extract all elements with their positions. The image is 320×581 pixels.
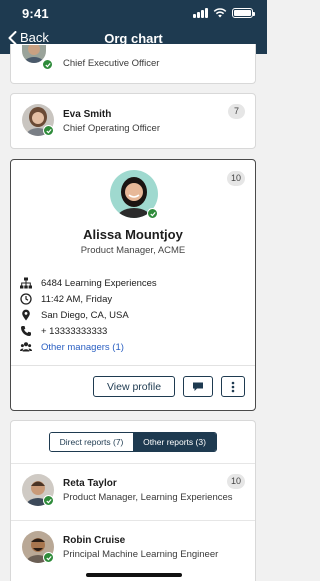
status-bar: 9:41 xyxy=(0,0,267,26)
cellular-signal-icon xyxy=(193,8,208,18)
local-time-row: 11:42 AM, Friday xyxy=(20,292,112,306)
view-profile-button[interactable]: View profile xyxy=(93,376,175,397)
phone-row[interactable]: + 13333333333 xyxy=(20,324,107,338)
more-vertical-icon xyxy=(231,381,235,392)
manager-name: Eva Smith xyxy=(63,109,112,120)
wifi-icon xyxy=(213,8,227,18)
home-indicator xyxy=(86,573,182,577)
location-row: San Diego, CA, USA xyxy=(20,308,129,322)
manager-card-coo[interactable]: Eva Smith Chief Operating Officer 7 xyxy=(10,93,256,149)
reports-count-badge: 10 xyxy=(226,171,245,186)
list-item[interactable]: Reta Taylor Product Manager, Learning Ex… xyxy=(11,464,255,520)
reports-card: Direct reports (7) Other reports (3) Ret… xyxy=(10,420,256,581)
other-managers-row[interactable]: Other managers (1) xyxy=(20,340,124,354)
people-icon xyxy=(20,341,32,353)
list-item[interactable]: Robin Cruise Principal Machine Learning … xyxy=(11,521,255,577)
status-icons xyxy=(193,8,255,18)
department-text: 6484 Learning Experiences xyxy=(41,277,157,289)
presence-available-icon xyxy=(147,208,158,219)
report-role: Product Manager, Learning Experiences xyxy=(63,492,233,503)
reports-segmented-control: Direct reports (7) Other reports (3) xyxy=(49,432,217,452)
tab-direct-reports[interactable]: Direct reports (7) xyxy=(50,433,133,451)
reports-count-badge: 10 xyxy=(226,474,245,489)
clock-icon xyxy=(20,293,32,305)
manager-role: Chief Executive Officer xyxy=(63,58,160,69)
person-name: Alissa Mountjoy xyxy=(83,227,183,242)
status-time: 9:41 xyxy=(22,6,49,21)
divider xyxy=(11,365,255,366)
chat-button[interactable] xyxy=(183,376,213,397)
department-row: 6484 Learning Experiences xyxy=(20,276,157,290)
report-name: Robin Cruise xyxy=(63,535,126,546)
tab-other-reports[interactable]: Other reports (3) xyxy=(133,433,216,451)
battery-icon xyxy=(232,8,255,18)
more-options-button[interactable] xyxy=(221,376,245,397)
manager-card-ceo[interactable]: Chief Executive Officer xyxy=(10,44,256,84)
location-pin-icon xyxy=(20,309,32,321)
reports-count-badge: 7 xyxy=(228,104,245,119)
phone-icon xyxy=(20,325,32,337)
phone-text: + 13333333333 xyxy=(41,325,108,337)
presence-available-icon xyxy=(42,59,53,70)
report-role: Principal Machine Learning Engineer xyxy=(63,549,219,560)
location-text: San Diego, CA, USA xyxy=(41,309,129,321)
person-role: Product Manager, ACME xyxy=(80,245,186,256)
presence-available-icon xyxy=(43,495,54,506)
org-tree-icon xyxy=(20,277,32,289)
presence-available-icon xyxy=(43,125,54,136)
chat-icon xyxy=(193,382,203,391)
presence-available-icon xyxy=(43,552,54,563)
manager-role: Chief Operating Officer xyxy=(63,123,160,134)
focused-person-card: 10 Alissa Mountjoy Product Manager, ACME… xyxy=(10,159,256,411)
local-time-text: 11:42 AM, Friday xyxy=(41,293,113,305)
report-name: Reta Taylor xyxy=(63,478,117,489)
other-managers-link[interactable]: Other managers (1) xyxy=(41,342,124,353)
